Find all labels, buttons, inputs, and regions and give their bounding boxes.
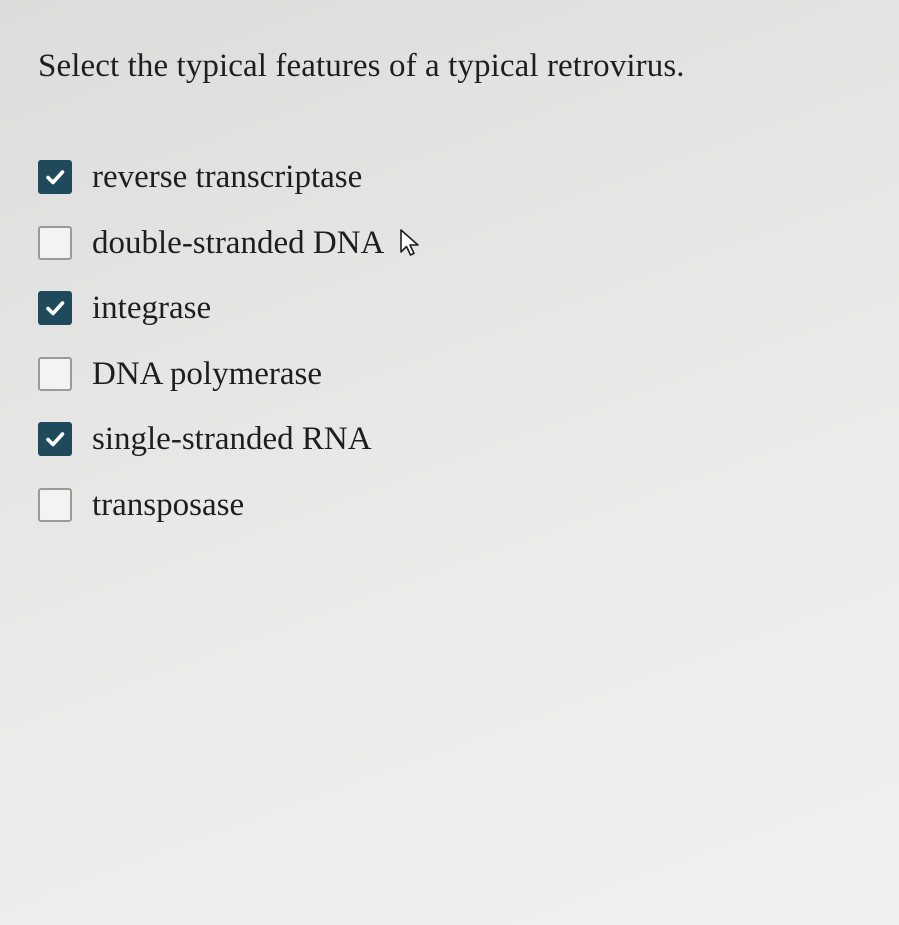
- option-double-stranded-dna[interactable]: double-stranded DNA: [38, 221, 384, 265]
- option-label: DNA polymerase: [92, 355, 323, 392]
- options-list: reverse transcriptase double-stranded DN…: [38, 155, 384, 548]
- checkbox[interactable]: [38, 356, 72, 391]
- arrow-pointer-icon: [400, 229, 419, 256]
- option-transposase[interactable]: transposase: [38, 483, 384, 527]
- checkbox[interactable]: [38, 160, 72, 194]
- option-single-stranded-rna[interactable]: single-stranded RNA: [38, 417, 384, 461]
- option-label: transposase: [92, 486, 245, 523]
- option-label: integrase: [92, 290, 212, 326]
- option-label: single-stranded RNA: [92, 421, 372, 457]
- option-integrase[interactable]: integrase: [38, 286, 384, 330]
- checkbox[interactable]: [38, 422, 72, 456]
- checkbox[interactable]: [38, 291, 72, 325]
- checkbox[interactable]: [38, 225, 72, 260]
- checkbox[interactable]: [38, 487, 72, 522]
- question-text: Select the typical features of a typical…: [38, 48, 685, 84]
- checkmark-icon: [46, 432, 65, 447]
- option-dna-polymerase[interactable]: DNA polymerase: [38, 352, 384, 396]
- checkmark-icon: [46, 301, 65, 316]
- option-label: reverse transcriptase: [92, 159, 363, 195]
- option-label: double-stranded DNA: [92, 224, 385, 261]
- checkmark-icon: [46, 170, 65, 185]
- option-reverse-transcriptase[interactable]: reverse transcriptase: [38, 155, 384, 199]
